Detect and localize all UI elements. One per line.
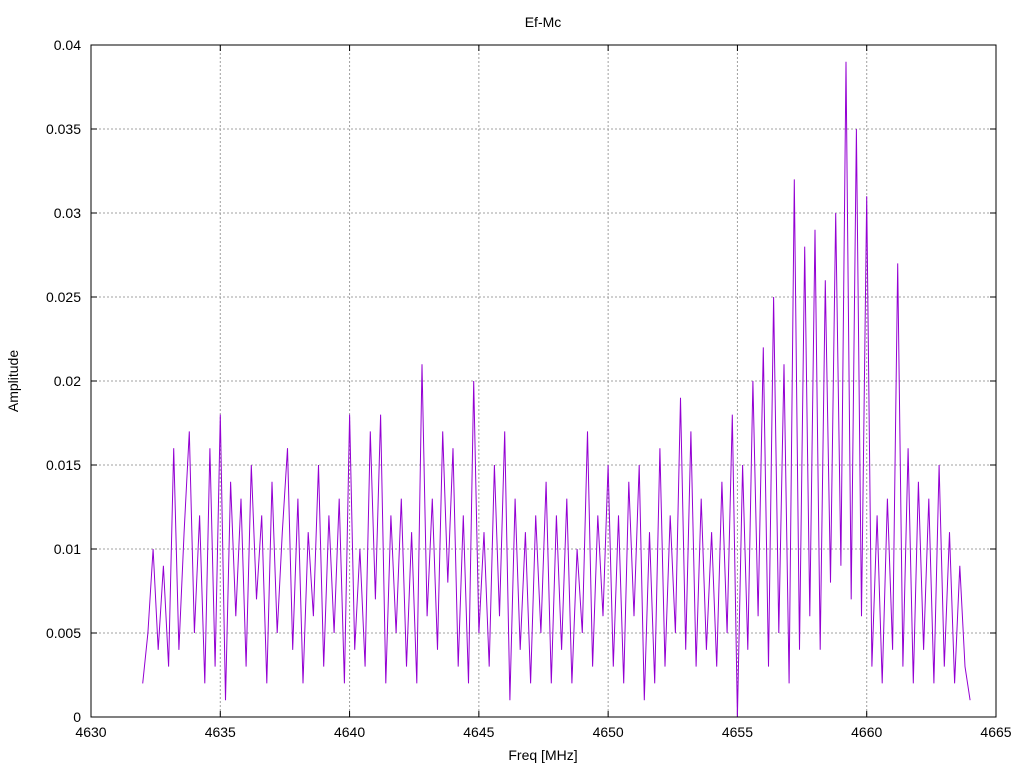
chart: Ef-Mc Freq [MHz] Amplitude 4630 4635 4640 4… [5, 14, 1012, 763]
x-axis-label: Freq [MHz] [508, 747, 577, 763]
x-tick-label: 4645 [463, 724, 494, 740]
y-axis-label: Amplitude [5, 350, 21, 412]
x-tick-label: 4640 [334, 724, 365, 740]
y-tick-label: 0.02 [54, 373, 81, 389]
y-tick-label: 0.005 [46, 625, 81, 641]
y-tick-label: 0.03 [54, 205, 81, 221]
x-tick-label: 4650 [593, 724, 624, 740]
y-tick-label: 0.015 [46, 457, 81, 473]
data-series-line [142, 61, 971, 718]
y-tick-label: 0 [73, 709, 81, 725]
x-tick-label: 4665 [980, 724, 1011, 740]
x-tick-label: 4660 [851, 724, 882, 740]
y-tick-label: 0.035 [46, 121, 81, 137]
y-tick-label: 0.025 [46, 289, 81, 305]
x-tick-label: 4655 [722, 724, 753, 740]
y-tick-label: 0.04 [54, 37, 81, 53]
x-tick-label: 4630 [75, 724, 106, 740]
chart-title: Ef-Mc [525, 14, 562, 30]
y-tick-label: 0.01 [54, 541, 81, 557]
x-tick-label: 4635 [205, 724, 236, 740]
